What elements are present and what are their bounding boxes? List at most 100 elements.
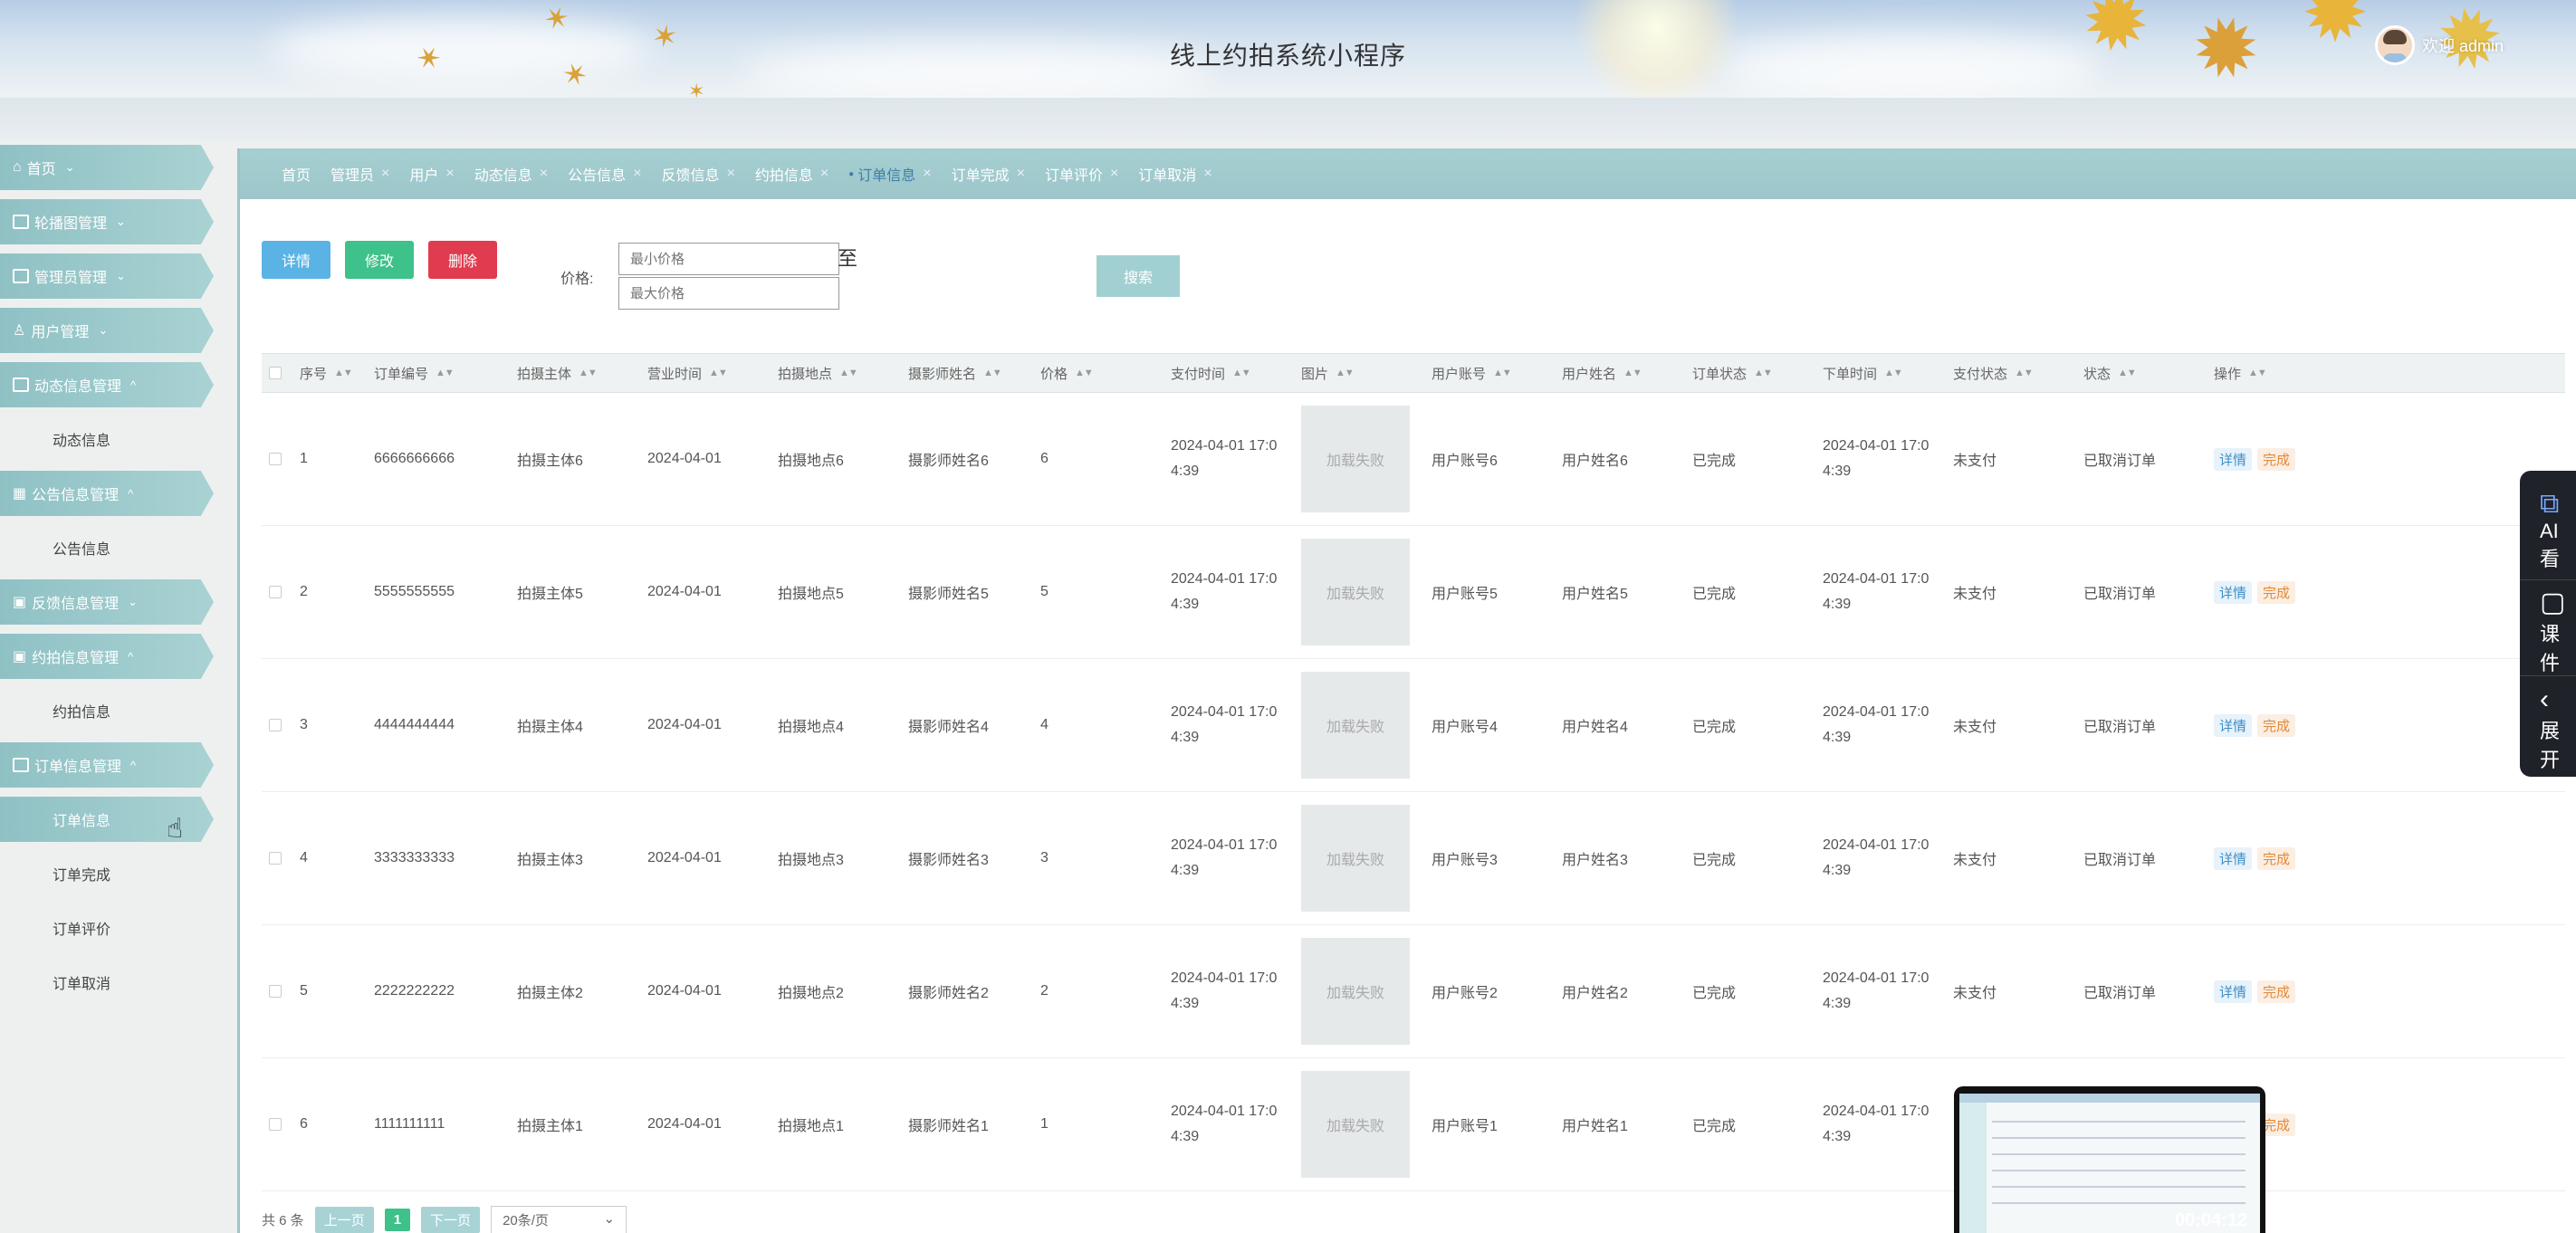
sidebar-item-users[interactable]: ♙ 用户管理 ⌄ — [0, 308, 214, 353]
avatar[interactable] — [2374, 25, 2415, 65]
sidebar-item-booking[interactable]: 约拍信息 — [0, 688, 214, 733]
column-header[interactable]: 拍摄主体 ▲▼ — [517, 364, 647, 383]
sort-icon[interactable]: ▲▼ — [1232, 368, 1251, 378]
sidebar-item-order-cancel[interactable]: 订单取消 — [0, 960, 214, 1005]
sidebar-item-news[interactable]: 动态信息 — [0, 416, 214, 462]
tab-order-review[interactable]: 订单评价 × — [1038, 163, 1125, 185]
row-complete-button[interactable]: 完成 — [2257, 980, 2296, 1003]
close-icon[interactable]: × — [726, 166, 734, 182]
table-row[interactable]: 2 5555555555 拍摄主体5 2024-04-01 拍摄地点5 摄影师姓名5 5 20… — [262, 526, 2565, 659]
expand-item[interactable]: ‹ 展开 — [2540, 684, 2576, 773]
video-thumbnail[interactable]: 00:04:12 — [1954, 1086, 2265, 1233]
column-header[interactable]: 状态 ▲▼ — [2083, 364, 2214, 383]
user-menu[interactable]: 欢迎 admin — [2374, 25, 2504, 65]
tab-order-cancel[interactable]: 订单取消 × — [1131, 163, 1219, 185]
column-header[interactable]: 订单状态 ▲▼ — [1692, 364, 1823, 383]
courseware-item[interactable]: ▢ 课件 — [2540, 587, 2576, 676]
sidebar-item-notice-mgmt[interactable]: ▦ 公告信息管理 ^ — [0, 471, 214, 516]
tab-notice[interactable]: 公告信息 × — [560, 163, 648, 185]
search-button[interactable]: 搜索 — [1096, 255, 1180, 297]
prev-page-button[interactable]: 上一页 — [314, 1207, 374, 1233]
sort-icon[interactable]: ▲▼ — [579, 368, 598, 378]
sidebar-item-order-mgmt[interactable]: 订单信息管理 ^ — [0, 742, 214, 788]
close-icon[interactable]: × — [1110, 166, 1118, 182]
table-row[interactable]: 4 3333333333 拍摄主体3 2024-04-01 拍摄地点3 摄影师姓名3 3 20… — [262, 792, 2565, 925]
tab-users[interactable]: 用户 × — [402, 163, 461, 185]
column-header[interactable]: 图片 ▲▼ — [1301, 364, 1432, 383]
sort-icon[interactable]: ▲▼ — [1075, 368, 1094, 378]
column-header[interactable]: 订单编号 ▲▼ — [374, 364, 517, 383]
close-icon[interactable]: × — [820, 166, 828, 182]
sort-icon[interactable]: ▲▼ — [709, 368, 728, 378]
row-checkbox[interactable] — [269, 719, 282, 731]
row-complete-button[interactable]: 完成 — [2257, 580, 2296, 604]
column-header[interactable]: 支付时间 ▲▼ — [1171, 364, 1301, 383]
edit-button[interactable]: 修改 — [345, 241, 414, 279]
row-detail-button[interactable]: 详情 — [2214, 580, 2253, 604]
close-icon[interactable]: × — [633, 166, 641, 182]
row-detail-button[interactable]: 详情 — [2214, 846, 2253, 870]
row-complete-button[interactable]: 完成 — [2257, 846, 2296, 870]
row-complete-button[interactable]: 完成 — [2257, 447, 2296, 471]
sort-icon[interactable]: ▲▼ — [983, 368, 1002, 378]
sort-icon[interactable]: ▲▼ — [334, 368, 353, 378]
column-header[interactable]: 序号 ▲▼ — [300, 364, 374, 383]
tab-feedback[interactable]: 反馈信息 × — [654, 163, 742, 185]
sort-icon[interactable]: ▲▼ — [1493, 368, 1512, 378]
table-row[interactable]: 1 6666666666 拍摄主体6 2024-04-01 拍摄地点6 摄影师姓名6 6 20… — [262, 393, 2565, 526]
column-header[interactable]: 拍摄地点 ▲▼ — [778, 364, 908, 383]
sidebar-item-feedback-mgmt[interactable]: ▣ 反馈信息管理 ⌄ — [0, 579, 214, 625]
sidebar-item-carousel[interactable]: 轮播图管理 ⌄ — [0, 199, 214, 244]
tab-booking[interactable]: 约拍信息 × — [748, 163, 836, 185]
sort-icon[interactable]: ▲▼ — [2248, 368, 2267, 378]
row-checkbox[interactable] — [269, 586, 282, 598]
tab-news[interactable]: 动态信息 × — [467, 163, 555, 185]
column-header[interactable]: 价格 ▲▼ — [1040, 364, 1171, 383]
column-header[interactable]: 用户账号 ▲▼ — [1432, 364, 1562, 383]
tab-home[interactable]: 首页 — [274, 163, 318, 185]
column-header[interactable]: 操作 ▲▼ — [2214, 364, 2344, 383]
sort-icon[interactable]: ▲▼ — [2015, 368, 2034, 378]
close-icon[interactable]: × — [445, 166, 454, 182]
close-icon[interactable]: × — [1017, 166, 1025, 182]
sort-icon[interactable]: ▲▼ — [2118, 368, 2137, 378]
min-price-input[interactable] — [618, 243, 839, 275]
ai-view-item[interactable]: ⧉ AI看 — [2540, 489, 2576, 572]
row-checkbox[interactable] — [269, 985, 282, 998]
sidebar-item-order-complete[interactable]: 订单完成 — [0, 851, 214, 896]
row-detail-button[interactable]: 详情 — [2214, 447, 2253, 471]
sort-icon[interactable]: ▲▼ — [1623, 368, 1642, 378]
close-icon[interactable]: × — [381, 166, 389, 182]
page-size-select[interactable]: 20条/页 ⌄ — [491, 1206, 627, 1233]
tab-order-complete[interactable]: 订单完成 × — [944, 163, 1032, 185]
column-header[interactable]: 下单时间 ▲▼ — [1823, 364, 1953, 383]
sort-icon[interactable]: ▲▼ — [1336, 368, 1355, 378]
sidebar-item-booking-mgmt[interactable]: ▣ 约拍信息管理 ^ — [0, 634, 214, 679]
close-icon[interactable]: × — [1203, 166, 1211, 182]
sidebar-item-order-review[interactable]: 订单评价 — [0, 905, 214, 951]
delete-button[interactable]: 删除 — [428, 241, 497, 279]
sort-icon[interactable]: ▲▼ — [839, 368, 858, 378]
tab-admin[interactable]: 管理员 × — [323, 163, 397, 185]
select-all-checkbox[interactable] — [269, 367, 282, 379]
column-header[interactable]: 营业时间 ▲▼ — [647, 364, 778, 383]
column-header[interactable]: 用户姓名 ▲▼ — [1562, 364, 1692, 383]
next-page-button[interactable]: 下一页 — [421, 1207, 481, 1233]
sidebar-item-home[interactable]: ⌂ 首页 ⌄ — [0, 145, 214, 190]
sidebar-item-news-mgmt[interactable]: 动态信息管理 ^ — [0, 362, 214, 407]
row-detail-button[interactable]: 详情 — [2214, 713, 2253, 737]
tab-order-info[interactable]: 订单信息 × — [841, 163, 938, 185]
column-header[interactable]: 摄影师姓名 ▲▼ — [908, 364, 1040, 383]
row-detail-button[interactable]: 详情 — [2214, 980, 2253, 1003]
column-header[interactable]: 支付状态 ▲▼ — [1953, 364, 2083, 383]
row-checkbox[interactable] — [269, 852, 282, 865]
close-icon[interactable]: × — [923, 166, 931, 182]
row-checkbox[interactable] — [269, 453, 282, 465]
page-number-button[interactable]: 1 — [384, 1209, 411, 1231]
row-complete-button[interactable]: 完成 — [2257, 713, 2296, 737]
sidebar-item-notice[interactable]: 公告信息 — [0, 525, 214, 570]
sort-icon[interactable]: ▲▼ — [1754, 368, 1773, 378]
row-checkbox[interactable] — [269, 1118, 282, 1131]
table-row[interactable]: 3 4444444444 拍摄主体4 2024-04-01 拍摄地点4 摄影师姓名4 4 20… — [262, 659, 2565, 792]
sort-icon[interactable]: ▲▼ — [1884, 368, 1903, 378]
